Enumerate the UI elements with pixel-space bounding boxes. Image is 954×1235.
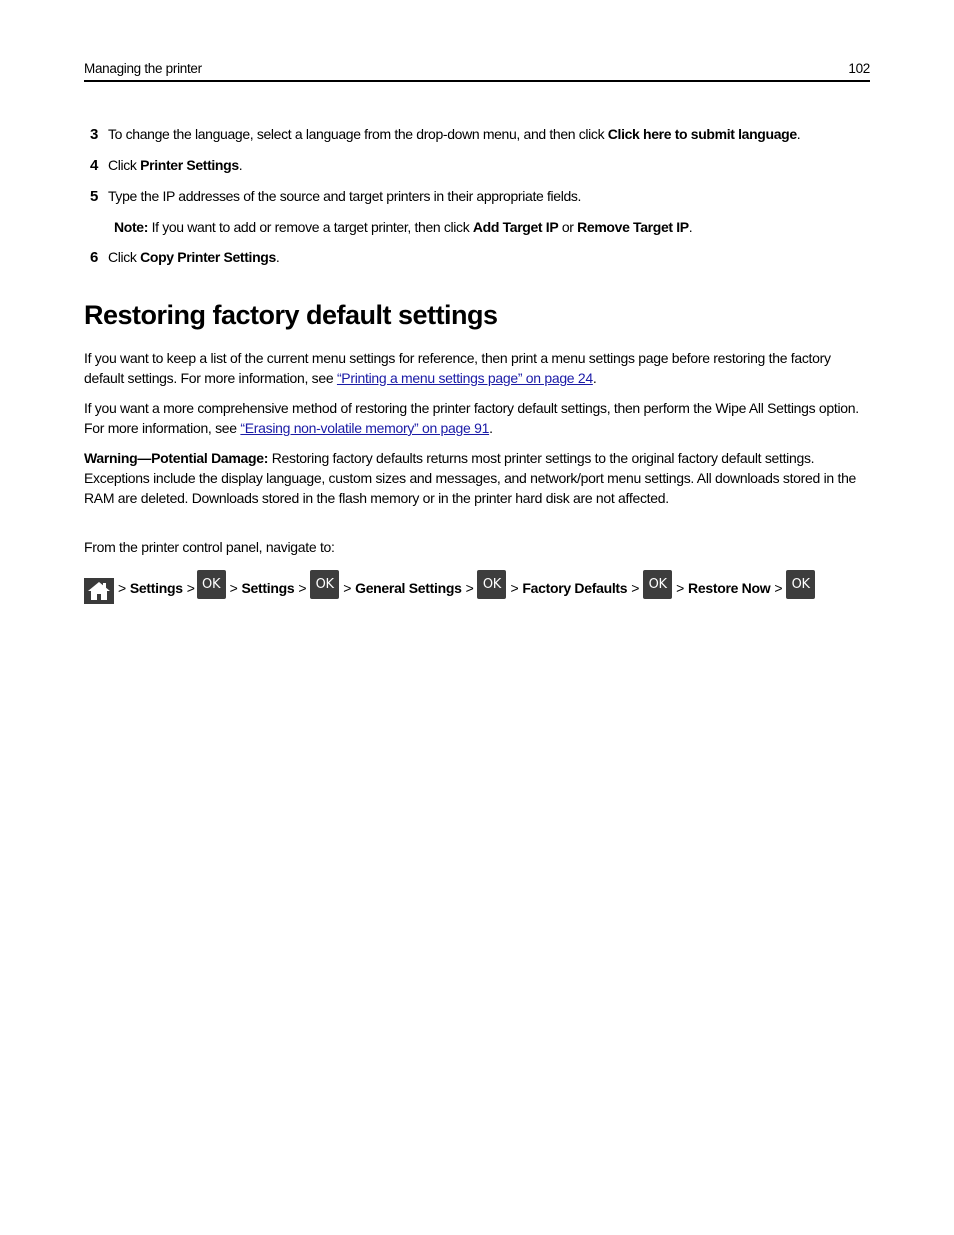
ok-button-icon: OK bbox=[643, 569, 673, 599]
section-heading: Restoring factory default settings bbox=[84, 300, 498, 330]
nav-separator: > bbox=[298, 580, 307, 596]
navigation-path: > Settings > OK > Settings > OK > General Set… bbox=[84, 569, 816, 604]
warning-label: Warning—Potential Damage: bbox=[84, 450, 269, 466]
home-icon bbox=[84, 578, 114, 604]
nav-separator: > bbox=[186, 580, 195, 596]
ok-button-icon: OK bbox=[310, 569, 340, 599]
nav-separator: > bbox=[631, 580, 640, 596]
page-number: 102 bbox=[848, 61, 870, 76]
link-erasing-non-volatile-memory[interactable]: “Erasing non-volatile memory” on page 91 bbox=[240, 420, 489, 436]
header-section-title: Managing the printer bbox=[84, 61, 202, 76]
nav-item-settings: Settings bbox=[129, 580, 183, 596]
warning-paragraph: Warning—Potential Damage: Restoring fact… bbox=[84, 450, 857, 506]
nav-separator: > bbox=[676, 580, 685, 596]
paragraph-menu-settings: If you want to keep a list of the curren… bbox=[84, 350, 831, 386]
note-label: Note: bbox=[114, 219, 149, 235]
link-printing-menu-settings-page[interactable]: “Printing a menu settings page” on page … bbox=[337, 370, 593, 386]
ok-button-icon: OK bbox=[477, 569, 507, 599]
nav-item-settings-2: Settings bbox=[241, 580, 295, 596]
step-number: 4 bbox=[90, 157, 98, 174]
nav-separator: > bbox=[118, 580, 126, 596]
nav-separator: > bbox=[229, 580, 238, 596]
note: Note: If you want to add or remove a tar… bbox=[114, 219, 693, 235]
navigate-intro: From the printer control panel, navigate… bbox=[84, 539, 335, 555]
nav-separator: > bbox=[343, 580, 352, 596]
step-text: To change the language, select a languag… bbox=[108, 126, 801, 142]
nav-item-general-settings: General Settings bbox=[355, 580, 462, 596]
ok-button-icon: OK bbox=[196, 569, 226, 599]
step-text: Type the IP addresses of the source and … bbox=[108, 188, 582, 204]
step-number: 3 bbox=[90, 126, 98, 143]
ok-button-icon: OK bbox=[786, 569, 816, 599]
paragraph-wipe-all: If you want a more comprehensive method … bbox=[84, 400, 859, 436]
step-number: 5 bbox=[90, 188, 98, 205]
nav-separator: > bbox=[465, 580, 474, 596]
step-number: 6 bbox=[90, 249, 98, 266]
page-header: Managing the printer 102 bbox=[84, 60, 870, 82]
nav-separator: > bbox=[774, 580, 783, 596]
nav-separator: > bbox=[510, 580, 519, 596]
nav-item-factory-defaults: Factory Defaults bbox=[522, 580, 628, 596]
nav-item-restore-now: Restore Now bbox=[688, 580, 771, 596]
step-text: Click Printer Settings. bbox=[108, 157, 243, 173]
step-text: Click Copy Printer Settings. bbox=[108, 249, 280, 265]
